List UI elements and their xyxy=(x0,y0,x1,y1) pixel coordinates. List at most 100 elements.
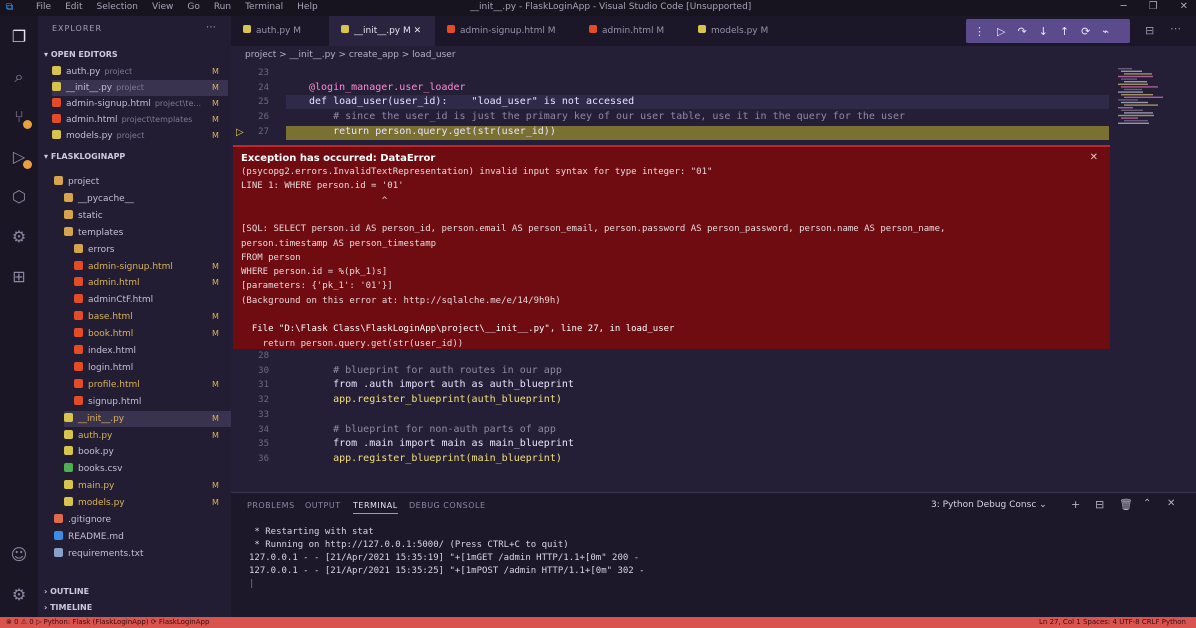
search-icon[interactable]: ⌕ xyxy=(8,66,30,88)
extensions-icon[interactable]: ⊞ xyxy=(8,266,30,288)
status-right[interactable]: Ln 27, Col 1 Spaces: 4 UTF-8 CRLF Python xyxy=(1039,617,1186,628)
file-icon xyxy=(52,66,61,75)
file-icon xyxy=(52,98,61,107)
file-item[interactable]: admin.html M xyxy=(74,275,232,291)
continue-icon[interactable]: ▷ xyxy=(997,25,1005,38)
terminal-select[interactable]: 3: Python Debug Consc ⌄ xyxy=(931,500,1047,510)
tab-output[interactable]: OUTPUT xyxy=(305,501,341,510)
disconnect-icon[interactable]: ⌁ xyxy=(1102,25,1109,38)
git-status-badge: M xyxy=(212,312,219,322)
folder-item[interactable]: templates xyxy=(64,225,232,241)
step-out-icon[interactable]: ↑ xyxy=(1060,25,1069,38)
tab-terminal[interactable]: TERMINAL xyxy=(353,501,398,514)
folder-item[interactable]: project xyxy=(54,174,232,190)
file-item[interactable]: admin-signup.html M xyxy=(74,259,232,275)
open-editor-item[interactable]: admin-signup.html project\te... M xyxy=(52,96,228,112)
code-line: def load_user(user_id): "load_user" is n… xyxy=(309,96,635,108)
run-debug-icon[interactable]: ▷ xyxy=(8,146,32,169)
folder-item[interactable]: __pycache__ xyxy=(64,191,232,207)
line-number: 25 xyxy=(258,97,269,108)
menu-run[interactable]: Run xyxy=(214,2,231,12)
more-actions-icon[interactable]: ⋯ xyxy=(206,22,216,33)
open-editor-item[interactable]: models.py project M xyxy=(52,128,228,144)
outline-section[interactable]: › OUTLINE xyxy=(44,587,89,596)
folder-item[interactable]: errors xyxy=(74,242,232,258)
file-item[interactable]: login.html xyxy=(74,360,232,376)
menu-terminal[interactable]: Terminal xyxy=(245,2,283,12)
line-number: 28 xyxy=(258,351,269,361)
open-editor-item[interactable]: auth.py project M xyxy=(52,64,228,80)
close-exception-icon[interactable]: ✕ xyxy=(1090,152,1098,163)
exception-title: Exception has occurred: DataError xyxy=(241,153,436,164)
file-item[interactable]: book.py xyxy=(64,444,232,460)
file-icon xyxy=(54,547,63,557)
timeline-section[interactable]: › TIMELINE xyxy=(44,603,92,612)
file-item[interactable]: adminCtF.html xyxy=(74,292,232,308)
line-number: 27 xyxy=(258,126,269,137)
menu-view[interactable]: View xyxy=(152,2,173,12)
menu-file[interactable]: File xyxy=(36,2,51,12)
menu-help[interactable]: Help xyxy=(297,2,318,12)
file-item[interactable]: main.py M xyxy=(64,478,232,494)
terminal-line: * Restarting with stat xyxy=(249,527,374,537)
step-into-icon[interactable]: ↓ xyxy=(1039,25,1048,38)
editor-tab[interactable]: admin.html M xyxy=(577,16,686,46)
tree-item-name: __init__.py xyxy=(78,413,125,424)
explorer-icon[interactable]: ❐ xyxy=(8,26,30,48)
exception-line: ^ xyxy=(241,195,388,206)
tree-item-name: books.csv xyxy=(78,464,123,475)
file-item[interactable]: requirements.txt xyxy=(54,546,232,562)
status-left[interactable]: ⊗ 0 ⚠ 0 ▷ Python: Flask (FlaskLoginApp) … xyxy=(6,617,209,628)
line-number: 33 xyxy=(258,409,269,420)
source-control-icon[interactable]: ⑂ xyxy=(8,106,32,129)
remote-icon[interactable]: ⬡ xyxy=(8,186,30,208)
file-item[interactable]: README.md xyxy=(54,529,232,545)
open-editors-section[interactable]: ▾ OPEN EDITORS xyxy=(44,50,118,59)
split-terminal-icon[interactable]: ⊟ xyxy=(1095,498,1104,511)
tab-problems[interactable]: PROBLEMS xyxy=(247,501,295,510)
menu-edit[interactable]: Edit xyxy=(65,2,82,12)
file-item[interactable]: index.html xyxy=(74,343,232,359)
editor-tab[interactable]: __init__.py M ✕ xyxy=(329,16,435,47)
file-item[interactable]: book.html M xyxy=(74,326,232,342)
settings-gear-icon[interactable]: ⚙ xyxy=(8,584,30,606)
editor-tab[interactable]: auth.py M xyxy=(231,16,329,46)
menu-go[interactable]: Go xyxy=(187,2,199,12)
editor-tab[interactable]: admin-signup.html M xyxy=(435,16,577,46)
file-item[interactable]: profile.html M xyxy=(74,377,232,393)
folder-item[interactable]: static xyxy=(64,208,232,224)
close-tab-icon[interactable]: ✕ xyxy=(411,26,422,36)
new-terminal-icon[interactable]: + xyxy=(1071,498,1080,511)
file-item[interactable]: books.csv xyxy=(64,461,232,477)
minimize-icon[interactable]: ─ xyxy=(1121,1,1127,12)
step-over-icon[interactable]: ↷ xyxy=(1017,25,1026,38)
file-item[interactable]: .gitignore xyxy=(54,512,232,528)
close-icon[interactable]: ✕ xyxy=(1180,1,1188,12)
split-editor-icon[interactable]: ⊟ xyxy=(1145,24,1154,37)
file-icon xyxy=(74,345,83,354)
restart-icon[interactable]: ⟳ xyxy=(1081,25,1090,38)
file-item[interactable]: models.py M xyxy=(64,495,232,511)
debug-drag-icon[interactable]: ⋮ xyxy=(974,25,985,38)
restore-icon[interactable]: ❐ xyxy=(1149,1,1158,12)
minimap-line xyxy=(1118,91,1143,93)
editor-tab[interactable]: models.py M xyxy=(686,16,786,46)
open-editor-item[interactable]: __init__.py project M xyxy=(52,80,228,96)
minimap[interactable] xyxy=(1114,64,1174,492)
minimap-line xyxy=(1118,68,1132,70)
open-editor-item[interactable]: admin.html project\templates M xyxy=(52,112,228,128)
file-item[interactable]: base.html M xyxy=(74,309,232,325)
tab-debug-console[interactable]: DEBUG CONSOLE xyxy=(409,501,486,510)
breadcrumb[interactable]: project > __init__.py > create_app > loa… xyxy=(231,46,1196,64)
file-item[interactable]: signup.html xyxy=(74,394,232,410)
testing-icon[interactable]: ⚙ xyxy=(8,226,30,248)
close-panel-icon[interactable]: ✕ xyxy=(1167,498,1175,509)
file-item[interactable]: auth.py M xyxy=(64,428,232,444)
menu-selection[interactable]: Selection xyxy=(97,2,138,12)
kill-terminal-icon[interactable]: 🗑 xyxy=(1119,498,1133,511)
editor-more-icon[interactable]: ⋯ xyxy=(1170,22,1181,35)
workspace-section[interactable]: ▾ FLASKLOGINAPP xyxy=(44,152,125,161)
account-icon[interactable]: ☺ xyxy=(8,544,30,566)
maximize-panel-icon[interactable]: ⌃ xyxy=(1143,498,1151,509)
file-item[interactable]: __init__.py M xyxy=(64,410,232,427)
